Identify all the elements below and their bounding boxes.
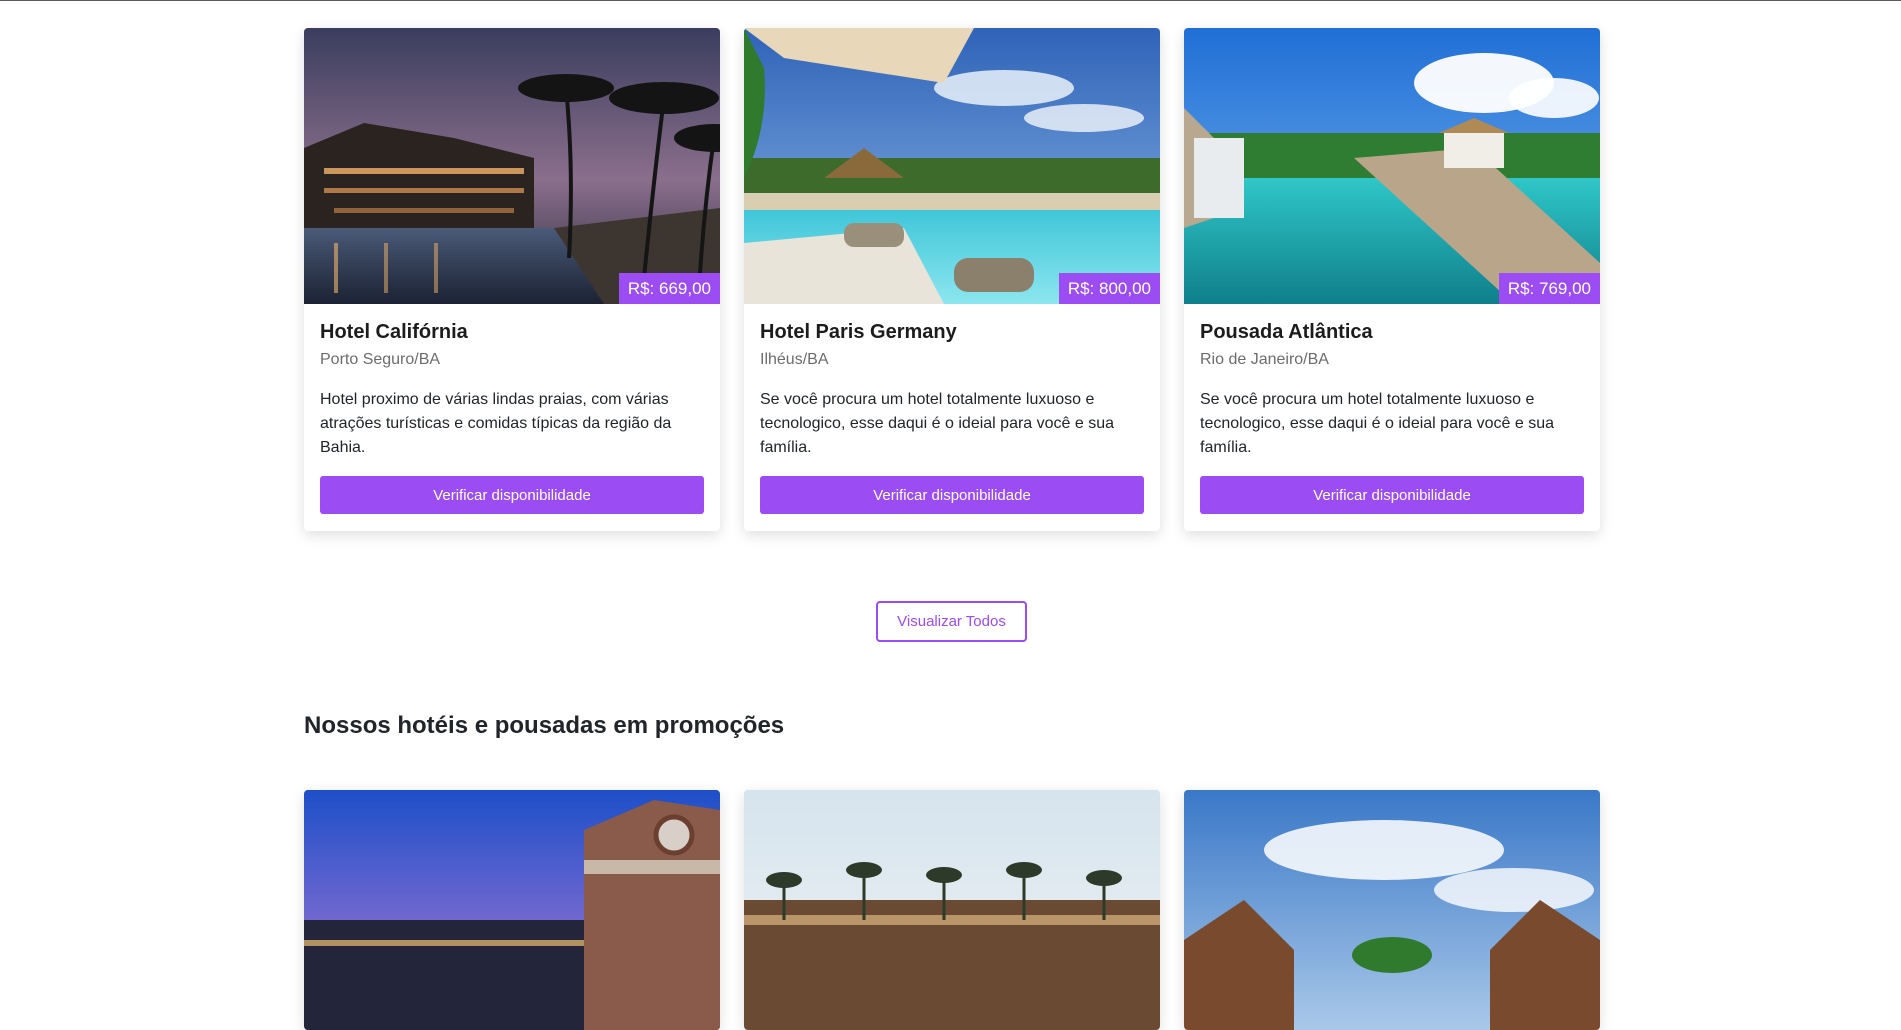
check-availability-button[interactable]: Verificar disponibilidade (1200, 476, 1584, 514)
hotel-image (1184, 790, 1600, 1030)
price-badge: R$: 769,00 (1498, 273, 1600, 304)
promo-hotel-card (1184, 790, 1600, 1030)
hotel-description: Se você procura um hotel totalmente luxu… (760, 391, 1115, 456)
hotel-name: Hotel Paris Germany (760, 321, 957, 343)
price-badge: R$: 800,00 (1058, 273, 1160, 304)
check-availability-button[interactable]: Verificar disponibilidade (760, 476, 1144, 514)
hotel-name: Pousada Atlântica (1200, 321, 1373, 343)
top-divider (0, 0, 1901, 1)
hotel-image (304, 790, 720, 1030)
check-availability-button[interactable]: Verificar disponibilidade (320, 476, 704, 514)
hotel-location: Rio de Janeiro/BA (1200, 351, 1329, 368)
hotel-location: Porto Seguro/BA (320, 351, 441, 368)
promotions-section-title: Nossos hotéis e pousadas em promoções (304, 712, 785, 739)
hotel-card: R$: 669,00 Hotel Califórnia Porto Seguro… (304, 28, 720, 531)
hotel-card: R$: 769,00 Pousada Atlântica Rio de Jane… (1184, 28, 1600, 531)
view-all-button[interactable]: Visualizar Todos (876, 601, 1027, 642)
promo-hotel-card (304, 790, 720, 1030)
price-badge: R$: 669,00 (618, 273, 720, 304)
promo-hotels (304, 790, 1600, 1030)
hotel-image: R$: 769,00 (1184, 28, 1600, 304)
hotel-image: R$: 800,00 (744, 28, 1160, 304)
hotel-location: Ilhéus/BA (760, 351, 829, 368)
hotel-image (744, 790, 1160, 1030)
hotel-card: R$: 800,00 Hotel Paris Germany Ilhéus/BA… (744, 28, 1160, 531)
hotel-description: Hotel proximo de várias lindas praias, c… (320, 391, 672, 456)
featured-hotels: R$: 669,00 Hotel Califórnia Porto Seguro… (304, 28, 1600, 531)
hotel-name: Hotel Califórnia (320, 321, 468, 343)
hotel-image: R$: 669,00 (304, 28, 720, 304)
promo-hotel-card (744, 790, 1160, 1030)
hotel-description: Se você procura um hotel totalmente luxu… (1200, 391, 1555, 456)
